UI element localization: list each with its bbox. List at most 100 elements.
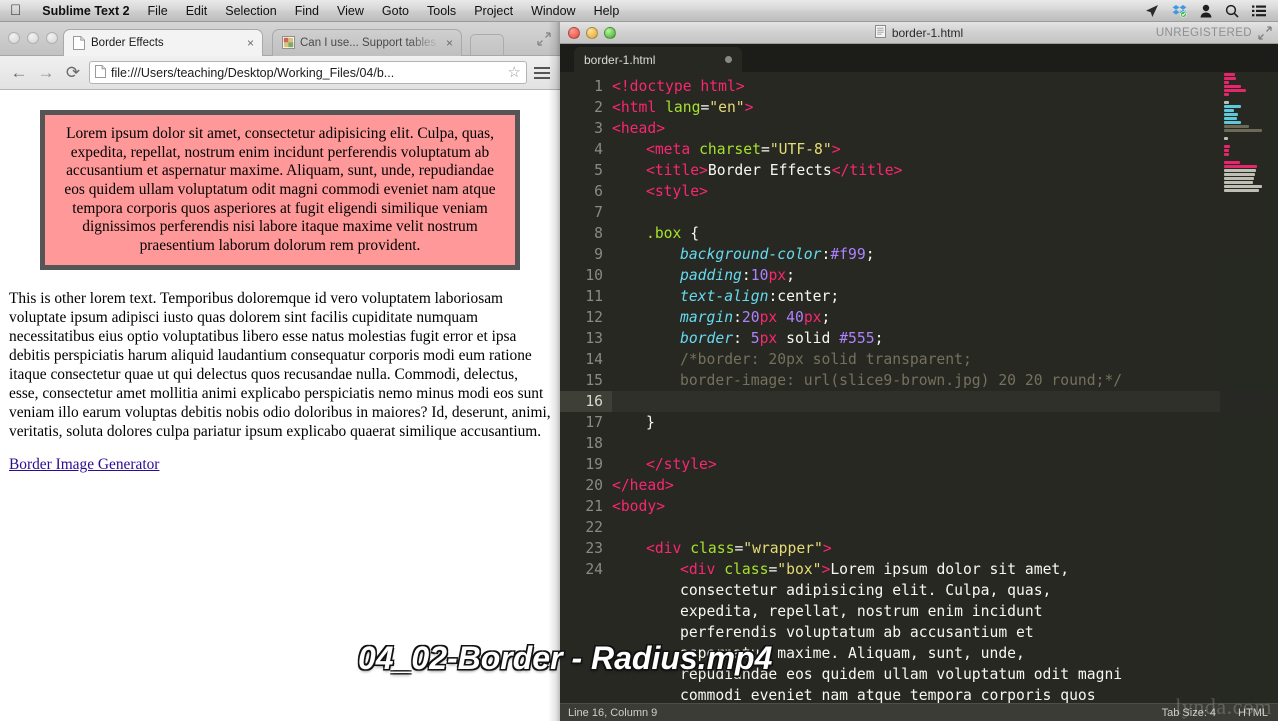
code-text: border: 5px solid #555; — [680, 330, 884, 347]
code-line-wrapped[interactable]: commodi eveniet nam atque tempora corpor… — [560, 685, 1278, 703]
caret-position-status: Line 16, Column 9 — [568, 706, 658, 719]
code-text: <div class="box">Lorem ipsum dolor sit a… — [680, 561, 1070, 578]
code-text: <style> — [646, 183, 708, 200]
chrome-browser-window: Border Effects × Can I use... Support ta… — [0, 22, 560, 721]
location-arrow-icon[interactable] — [1145, 4, 1159, 18]
address-bar-text[interactable]: file:///Users/teaching/Desktop/Working_F… — [111, 66, 503, 80]
close-window-button[interactable] — [568, 27, 580, 39]
menubar-status-icons — [1145, 4, 1278, 18]
code-line[interactable]: 7 — [560, 202, 1278, 223]
close-icon[interactable]: × — [247, 37, 254, 49]
code-line[interactable]: 16 — [560, 391, 1278, 412]
chrome-menu-icon[interactable] — [532, 66, 552, 79]
sublime-code-editor[interactable]: 1 <!doctype html> 2 <html lang="en"> 3 <head>… — [560, 72, 1278, 703]
code-line[interactable]: 9 background-color:#f99; — [560, 244, 1278, 265]
zoom-window-button[interactable] — [604, 27, 616, 39]
unsaved-changes-dot-icon[interactable] — [725, 56, 732, 63]
menu-item-window[interactable]: Window — [522, 0, 584, 22]
line-number: 21 — [585, 498, 603, 515]
new-tab-button[interactable] — [470, 34, 504, 55]
code-line[interactable]: 18 — [560, 433, 1278, 454]
list-icon[interactable] — [1252, 5, 1266, 17]
code-line[interactable]: 12 margin:20px 40px; — [560, 307, 1278, 328]
code-line[interactable]: 23 <div class="wrapper"> — [560, 538, 1278, 559]
dropbox-icon[interactable] — [1172, 4, 1187, 18]
line-number: 15 — [585, 372, 603, 389]
user-icon[interactable] — [1200, 4, 1212, 18]
code-text: expedita, repellat, nostrum enim incidun… — [680, 603, 1043, 620]
code-line[interactable]: 19 </style> — [560, 454, 1278, 475]
browser-tab-strip: Border Effects × Can I use... Support ta… — [0, 22, 560, 56]
code-line[interactable]: 17} — [560, 412, 1278, 433]
menu-app-name[interactable]: Sublime Text 2 — [33, 0, 138, 22]
mac-menu-bar:  Sublime Text 2 File Edit Selection Fin… — [0, 0, 1278, 22]
line-number-continuation — [560, 685, 612, 703]
expand-window-icon[interactable] — [536, 31, 552, 47]
line-number: 22 — [585, 519, 603, 536]
back-button[interactable]: ← — [8, 62, 30, 84]
code-line[interactable]: 22 — [560, 517, 1278, 538]
menu-item-selection[interactable]: Selection — [216, 0, 285, 22]
search-icon[interactable] — [1225, 4, 1239, 18]
maximize-window-button[interactable] — [46, 32, 58, 44]
menu-item-find[interactable]: Find — [286, 0, 328, 22]
code-line[interactable]: 3 <head> — [560, 118, 1278, 139]
address-bar[interactable]: file:///Users/teaching/Desktop/Working_F… — [89, 61, 527, 84]
forward-button[interactable]: → — [35, 62, 57, 84]
menu-item-file[interactable]: File — [139, 0, 177, 22]
code-line[interactable]: 5 <title>Border Effects</title> — [560, 160, 1278, 181]
code-line[interactable]: 21 <body> — [560, 496, 1278, 517]
code-line[interactable]: 2 <html lang="en"> — [560, 97, 1278, 118]
code-line[interactable]: 10 padding:10px; — [560, 265, 1278, 286]
close-icon[interactable]: × — [446, 37, 453, 49]
browser-tab-border-effects[interactable]: Border Effects × — [63, 29, 263, 56]
code-text: <div class="wrapper"> — [646, 540, 832, 557]
page-paragraph: This is other lorem text. Temporibus dol… — [9, 290, 551, 440]
code-line-wrapped[interactable]: consectetur adipisicing elit. Culpa, qua… — [560, 580, 1278, 601]
sublime-status-bar: Line 16, Column 9 Tab Size: 4 HTML — [560, 703, 1278, 721]
menu-item-help[interactable]: Help — [585, 0, 629, 22]
code-line[interactable]: 20 </head> — [560, 475, 1278, 496]
close-window-button[interactable] — [8, 32, 20, 44]
line-number: 10 — [585, 267, 603, 284]
reload-button[interactable]: ⟳ — [62, 62, 84, 84]
code-line[interactable]: 14 /*border: 20px solid transparent; — [560, 349, 1278, 370]
code-line[interactable]: 15 border-image: url(slice9-brown.jpg) 20… — [560, 370, 1278, 391]
line-number: 18 — [585, 435, 603, 452]
code-text: </head> — [612, 477, 674, 494]
menu-item-tools[interactable]: Tools — [418, 0, 465, 22]
code-text: /*border: 20px solid transparent; — [680, 351, 972, 368]
line-number: 12 — [585, 309, 603, 326]
sublime-window-controls[interactable] — [568, 27, 616, 39]
menu-item-edit[interactable]: Edit — [177, 0, 217, 22]
minimize-window-button[interactable] — [586, 27, 598, 39]
line-number: 23 — [585, 540, 603, 557]
browser-tab-caniuse[interactable]: Can I use... Support tables × — [272, 29, 462, 56]
bookmark-star-icon[interactable]: ☆ — [508, 65, 521, 80]
line-number-continuation — [560, 580, 612, 601]
code-text: </style> — [646, 456, 717, 473]
menu-item-goto[interactable]: Goto — [373, 0, 418, 22]
sublime-tab-strip: border-1.html — [560, 44, 1278, 72]
apple-logo-icon[interactable]:  — [10, 3, 21, 18]
line-number: 9 — [594, 246, 603, 263]
code-line[interactable]: 8 .box { — [560, 223, 1278, 244]
code-line[interactable]: 11 text-align:center; — [560, 286, 1278, 307]
code-line[interactable]: 1 <!doctype html> — [560, 76, 1278, 97]
menu-item-view[interactable]: View — [328, 0, 373, 22]
line-number: 19 — [585, 456, 603, 473]
code-line-wrapped[interactable]: expedita, repellat, nostrum enim incidun… — [560, 601, 1278, 622]
resize-handle-icon[interactable] — [1258, 26, 1272, 40]
code-line[interactable]: 4 <meta charset="UTF-8"> — [560, 139, 1278, 160]
minimize-window-button[interactable] — [27, 32, 39, 44]
sublime-tab-border-1-html[interactable]: border-1.html — [574, 47, 742, 72]
code-line[interactable]: 24 <div class="box">Lorem ipsum dolor sit… — [560, 559, 1278, 580]
line-number: 7 — [594, 204, 603, 221]
code-text: <!doctype html> — [612, 78, 745, 95]
border-image-generator-link[interactable]: Border Image Generator — [9, 456, 159, 473]
browser-window-controls[interactable] — [8, 32, 58, 44]
code-text: .box { — [646, 225, 700, 242]
code-line[interactable]: 13 border: 5px solid #555; — [560, 328, 1278, 349]
code-line[interactable]: 6 <style> — [560, 181, 1278, 202]
menu-item-project[interactable]: Project — [465, 0, 522, 22]
